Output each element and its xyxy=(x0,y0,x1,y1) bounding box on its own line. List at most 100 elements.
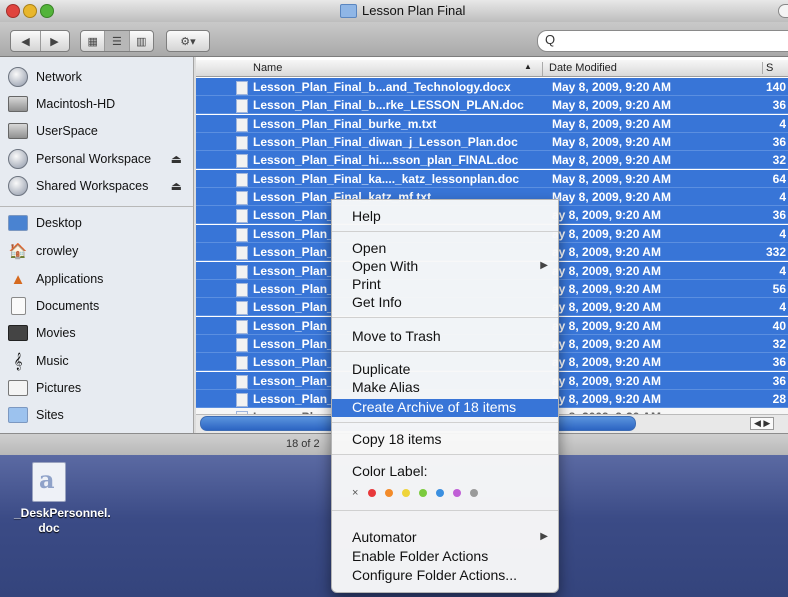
sidebar-item-movies[interactable]: Movies xyxy=(8,321,190,345)
title-bar[interactable]: Lesson Plan Final xyxy=(0,0,788,22)
document-icon xyxy=(236,282,248,297)
zoom-button[interactable] xyxy=(40,4,54,18)
file-size: 28 xyxy=(772,391,786,406)
table-row[interactable]: Lesson_Plan_Final_b...rke_LESSON_PLAN.do… xyxy=(196,96,788,115)
color-yellow-swatch[interactable] xyxy=(402,489,411,497)
column-view-icon[interactable]: ▥ xyxy=(130,31,153,51)
table-row[interactable]: Lesson_Plan_Final_hi....sson_plan_FINAL.… xyxy=(196,151,788,170)
toolbar: ◀ ▶ ▦ ☰ ▥ ⚙▾ Q xyxy=(0,22,788,57)
sidebar-item-desktop[interactable]: Desktop xyxy=(8,211,190,235)
file-date: ay 8, 2009, 9:20 AM xyxy=(552,300,661,315)
menu-item-help[interactable]: Help xyxy=(332,208,558,226)
file-size: 4 xyxy=(779,263,786,278)
file-size: 40 xyxy=(772,318,786,333)
close-button[interactable] xyxy=(6,4,20,18)
menu-item-open-with[interactable]: Open With ▶ xyxy=(332,258,558,276)
menu-item-automator[interactable]: Automator ▶ xyxy=(332,529,558,547)
scroll-arrows[interactable]: ◀ ▶ xyxy=(750,417,775,430)
search-field[interactable]: Q xyxy=(537,30,788,52)
sidebar-item-sites[interactable]: Sites xyxy=(8,403,190,427)
file-size: 36 xyxy=(772,208,786,223)
column-date-modified[interactable]: Date Modified xyxy=(542,62,617,76)
file-date: ay 8, 2009, 9:20 AM xyxy=(552,226,661,241)
color-blue-swatch[interactable] xyxy=(436,489,445,497)
file-name: Lesson_Plan_Final_ka...._katz_lessonplan… xyxy=(253,171,520,186)
document-icon xyxy=(236,209,248,224)
search-input[interactable]: Q xyxy=(545,32,555,47)
menu-item-color-label: Color Label: xyxy=(352,463,428,479)
file-date: ay 8, 2009, 9:20 AM xyxy=(552,318,661,333)
sidebar-item-crowley[interactable]: 🏠 crowley xyxy=(8,239,190,263)
list-view-icon[interactable]: ☰ xyxy=(105,31,130,51)
no-color-icon[interactable]: × xyxy=(352,487,358,499)
desktop-file-label: _DeskPersonnel. doc xyxy=(14,506,111,535)
color-gray-swatch[interactable] xyxy=(470,489,479,497)
sidebar-item-userspace[interactable]: UserSpace xyxy=(8,119,190,143)
window-title: Lesson Plan Final xyxy=(340,3,465,18)
file-size: 32 xyxy=(772,153,786,168)
icon-view-icon[interactable]: ▦ xyxy=(81,31,106,51)
network-globe-icon xyxy=(8,67,28,87)
file-size: 36 xyxy=(772,135,786,150)
sidebar-item-shared-workspaces[interactable]: Shared Workspaces ⏏ xyxy=(8,174,190,198)
color-label-picker: × xyxy=(352,487,482,499)
document-icon xyxy=(236,154,248,169)
documents-icon xyxy=(8,296,28,316)
menu-item-get-info[interactable]: Get Info xyxy=(332,294,558,312)
network-globe-icon xyxy=(8,176,28,196)
menu-separator xyxy=(332,231,558,232)
table-row[interactable]: Lesson_Plan_Final_ka...._katz_lessonplan… xyxy=(196,169,788,188)
color-green-swatch[interactable] xyxy=(419,489,428,497)
color-purple-swatch[interactable] xyxy=(453,489,462,497)
file-size: 56 xyxy=(772,281,786,296)
toolbar-toggle-button[interactable] xyxy=(778,4,788,18)
file-size: 4 xyxy=(779,190,786,205)
desktop-icon xyxy=(8,213,28,233)
document-icon xyxy=(236,337,248,352)
column-name[interactable]: Name xyxy=(253,62,282,74)
menu-separator xyxy=(332,510,558,511)
sidebar-item-pictures[interactable]: Pictures xyxy=(8,376,190,400)
view-buttons[interactable]: ▦ ☰ ▥ xyxy=(80,30,154,52)
menu-item-move-to-trash[interactable]: Move to Trash xyxy=(332,328,558,346)
back-forward-buttons[interactable]: ◀ ▶ xyxy=(10,30,70,52)
minimize-button[interactable] xyxy=(23,4,37,18)
file-date: May 8, 2009, 9:20 AM xyxy=(552,80,671,94)
table-row[interactable]: Lesson_Plan_Final_burke_m.txt May 8, 2009… xyxy=(196,114,788,133)
file-size: 36 xyxy=(772,355,786,370)
menu-item-create-archive[interactable]: Create Archive of 18 items xyxy=(332,399,558,417)
file-date: May 8, 2009, 9:20 AM xyxy=(552,190,671,205)
menu-item-configure-folder-actions[interactable]: Configure Folder Actions... xyxy=(332,567,558,585)
forward-arrow-icon[interactable]: ▶ xyxy=(41,31,69,51)
back-arrow-icon[interactable]: ◀ xyxy=(12,31,41,51)
color-orange-swatch[interactable] xyxy=(385,489,394,497)
color-red-swatch[interactable] xyxy=(368,489,377,497)
file-date: ay 8, 2009, 9:20 AM xyxy=(552,373,661,388)
menu-item-make-alias[interactable]: Make Alias xyxy=(332,379,558,397)
eject-icon[interactable]: ⏏ xyxy=(171,152,182,166)
action-menu-button[interactable]: ⚙▾ xyxy=(166,30,210,52)
sidebar-item-documents[interactable]: Documents xyxy=(8,294,190,318)
eject-icon[interactable]: ⏏ xyxy=(171,179,182,193)
desktop-file[interactable]: a _DeskPersonnel. doc xyxy=(14,462,111,536)
file-size: 4 xyxy=(779,226,786,241)
document-icon xyxy=(236,392,248,407)
table-row[interactable]: Lesson_Plan_Final_b...and_Technology.doc… xyxy=(196,78,788,96)
column-size[interactable]: S xyxy=(762,62,773,74)
document-icon xyxy=(236,246,248,261)
sidebar-item-network[interactable]: Network xyxy=(8,65,190,89)
word-document-icon: a xyxy=(32,462,66,502)
table-row[interactable]: Lesson_Plan_Final_diwan_j_Lesson_Plan.do… xyxy=(196,133,788,152)
column-header[interactable]: Name ▲ Date Modified S xyxy=(196,60,788,77)
menu-item-print[interactable]: Print xyxy=(332,276,558,294)
menu-item-duplicate[interactable]: Duplicate xyxy=(332,361,558,379)
menu-item-open[interactable]: Open xyxy=(332,240,558,258)
sidebar-item-personal-workspace[interactable]: Personal Workspace ⏏ xyxy=(8,147,190,171)
menu-item-copy[interactable]: Copy 18 items xyxy=(332,431,558,449)
sidebar-item-music[interactable]: 𝄞 Music xyxy=(8,349,190,373)
sidebar-item-applications[interactable]: ▲ Applications xyxy=(8,267,190,291)
sidebar-item-macintosh-hd[interactable]: Macintosh-HD xyxy=(8,92,190,116)
status-text: 18 of 2 xyxy=(286,438,320,450)
menu-item-enable-folder-actions[interactable]: Enable Folder Actions xyxy=(332,548,558,566)
hard-drive-icon xyxy=(8,121,28,141)
